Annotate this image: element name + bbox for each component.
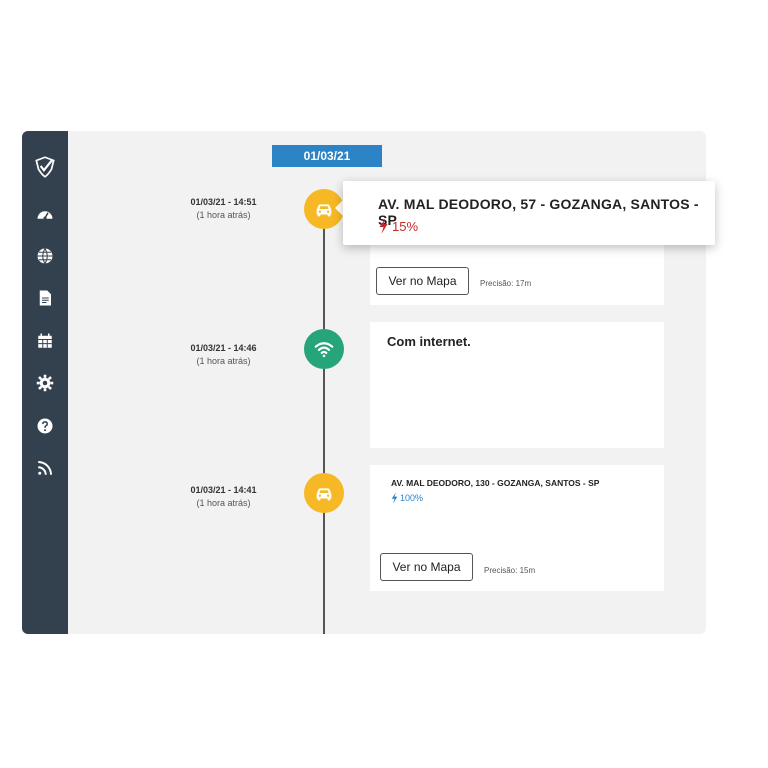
event-time: 01/03/21 - 14:51 (190, 197, 257, 207)
calendar-icon[interactable] (22, 326, 68, 356)
location-address: AV. MAL DEODORO, 130 - GOZANGA, SANTOS -… (391, 478, 600, 488)
logo-icon[interactable] (22, 149, 68, 185)
precision-label: Precisão: 17m (480, 279, 532, 288)
location-card: AV. MAL DEODORO, 130 - GOZANGA, SANTOS -… (370, 465, 664, 591)
lightning-icon (391, 492, 398, 504)
location-address: AV. MAL DEODORO, 57 - GOZANGA, SANTOS - … (378, 196, 699, 228)
rss-icon[interactable] (22, 453, 68, 483)
event-timestamp: 01/03/21 - 14:41 (1 hora atrás) (166, 485, 281, 508)
document-icon[interactable] (22, 283, 68, 313)
timeline-line (323, 209, 325, 634)
view-on-map-button[interactable]: Ver no Mapa (380, 553, 473, 581)
wifi-icon (314, 342, 334, 358)
globe-icon[interactable] (22, 241, 68, 271)
status-card: Com internet. (370, 322, 664, 448)
battery-level: 15% (392, 218, 419, 234)
sidebar (22, 131, 68, 634)
location-card: Ver no Mapa Precisão: 17m (370, 243, 664, 305)
event-time: 01/03/21 - 14:41 (190, 485, 257, 495)
event-relative-time: (1 hora atrás) (196, 498, 251, 508)
event-timestamp: 01/03/21 - 14:46 (1 hora atrás) (166, 343, 281, 366)
event-relative-time: (1 hora atrás) (196, 356, 251, 366)
battery-status: 15% (378, 218, 418, 234)
view-on-map-button[interactable]: Ver no Mapa (376, 267, 469, 295)
precision-label: Precisão: 15m (484, 566, 536, 575)
dashboard-icon[interactable] (22, 200, 68, 230)
status-message: Com internet. (387, 334, 471, 349)
help-icon[interactable] (22, 411, 68, 441)
car-icon (316, 204, 332, 217)
event-time: 01/03/21 - 14:46 (190, 343, 257, 353)
location-popup: AV. MAL DEODORO, 57 - GOZANGA, SANTOS - … (343, 181, 715, 245)
event-timestamp: 01/03/21 - 14:51 (1 hora atrás) (166, 197, 281, 220)
car-icon (316, 488, 332, 501)
gear-icon[interactable] (22, 368, 68, 398)
event-relative-time: (1 hora atrás) (196, 210, 251, 220)
lightning-icon (379, 218, 388, 234)
car-event-node[interactable] (304, 473, 344, 513)
date-header: 01/03/21 (272, 145, 382, 167)
wifi-event-node[interactable] (304, 329, 344, 369)
battery-status: 100% (391, 492, 423, 504)
battery-level: 100% (400, 493, 424, 503)
